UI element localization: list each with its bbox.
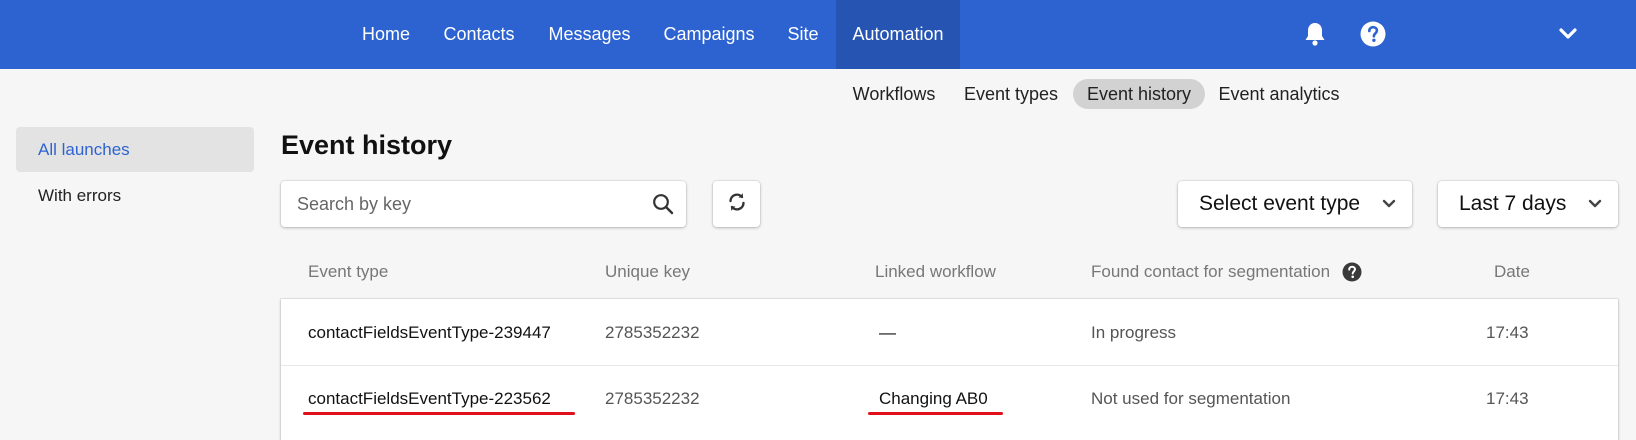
cell-date: 17:43 — [1486, 323, 1529, 342]
chevron-down-icon — [1382, 199, 1396, 208]
chevron-down-icon[interactable] — [1553, 19, 1583, 49]
period-select-label: Last 7 days — [1459, 192, 1567, 215]
tab-event-history[interactable]: Event history — [1073, 79, 1205, 109]
tab-workflows[interactable]: Workflows — [843, 79, 945, 109]
cell-linked-workflow[interactable]: Changing AB0 — [879, 389, 988, 409]
events-table — [281, 299, 1618, 440]
cell-segmentation-status: Not used for segmentation — [1091, 389, 1291, 408]
cell-segmentation-status: In progress — [1091, 323, 1177, 342]
tab-event-analytics[interactable]: Event analytics — [1214, 79, 1344, 109]
column-header-event-type: Event type — [308, 262, 389, 281]
search-box — [281, 181, 686, 227]
event-type-select[interactable]: Select event type — [1178, 181, 1412, 227]
cell-event-type[interactable]: contactFieldsEventType-239447 — [308, 323, 551, 343]
nav-item-messages[interactable]: Messages — [538, 0, 641, 69]
event-type-select-label: Select event type — [1199, 192, 1361, 215]
top-navigation-bar: Home Contacts Messages Campaigns Site Au… — [0, 0, 1636, 69]
cell-unique-key: 2785352232 — [605, 389, 700, 408]
tab-event-types[interactable]: Event types — [959, 79, 1063, 109]
nav-item-site[interactable]: Site — [777, 0, 829, 69]
annotation-underline-event-type — [303, 412, 575, 415]
sidebar-item-all-launches[interactable]: All launches — [16, 127, 254, 172]
column-header-segmentation-label: Found contact for segmentation — [1091, 262, 1331, 281]
nav-item-campaigns[interactable]: Campaigns — [654, 0, 764, 69]
search-icon[interactable] — [652, 193, 674, 215]
row-divider — [281, 365, 1618, 366]
help-icon[interactable] — [1342, 262, 1362, 282]
search-input[interactable] — [281, 181, 621, 227]
column-header-unique-key: Unique key — [605, 262, 691, 281]
refresh-button[interactable] — [713, 181, 760, 227]
nav-item-automation[interactable]: Automation — [836, 0, 960, 69]
cell-date: 17:43 — [1486, 389, 1529, 408]
sidebar-item-with-errors[interactable]: With errors — [16, 173, 254, 218]
period-select[interactable]: Last 7 days — [1438, 181, 1618, 227]
column-header-linked-workflow: Linked workflow — [875, 262, 996, 281]
annotation-underline-workflow — [868, 412, 1003, 415]
bell-icon[interactable] — [1300, 19, 1330, 49]
nav-item-home[interactable]: Home — [352, 0, 420, 69]
chevron-down-icon — [1588, 199, 1602, 208]
column-header-segmentation: Found contact for segmentation — [1091, 262, 1362, 282]
cell-event-type[interactable]: contactFieldsEventType-223562 — [308, 389, 551, 409]
refresh-icon — [727, 192, 747, 217]
page-title: Event history — [281, 130, 453, 160]
cell-unique-key: 2785352232 — [605, 323, 700, 342]
help-icon[interactable] — [1358, 19, 1388, 49]
cell-linked-workflow: — — [879, 323, 896, 342]
nav-item-contacts[interactable]: Contacts — [433, 0, 525, 69]
column-header-date: Date — [1494, 262, 1530, 281]
